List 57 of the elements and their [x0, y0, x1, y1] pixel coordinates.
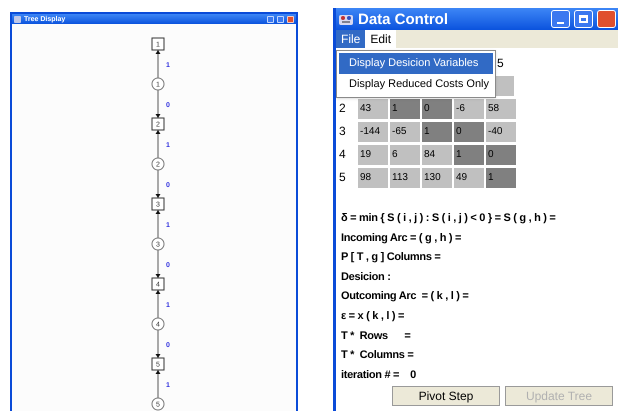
window-title: Data Control	[358, 12, 448, 26]
arrow	[156, 370, 160, 398]
table-cell: 1	[422, 122, 452, 142]
table-cell: 1	[390, 99, 420, 119]
formula-text: ε = x ( k , l ) =	[341, 308, 406, 324]
table-cell: -65	[390, 122, 420, 142]
formula-text: δ = min { S ( i , j ) : S ( i , j ) < 0 } = S ( g , h ) =	[341, 211, 557, 226]
close-button[interactable]	[597, 10, 616, 28]
maximize-button[interactable]	[574, 10, 593, 28]
table-cell: 130	[422, 168, 452, 188]
arrow	[156, 50, 160, 78]
table-cell: 58	[486, 99, 516, 119]
maximize-button[interactable]	[277, 16, 284, 22]
table-cell: 0	[454, 122, 484, 142]
minimize-button[interactable]	[267, 16, 274, 22]
table-cell: -144	[358, 122, 388, 142]
table-cell: 113	[390, 168, 420, 188]
table-cell: 6	[390, 145, 420, 165]
row-header: 3	[339, 123, 346, 140]
formula-text: T * Rows =	[341, 328, 412, 344]
row-header: 5	[339, 169, 346, 186]
formula-text: iteration # = 0	[341, 368, 417, 383]
menu-item[interactable]: Edit	[365, 30, 396, 48]
table-cell: 1	[486, 168, 516, 188]
formula-text: T * Columns =	[341, 348, 415, 364]
table-cell: 1	[454, 145, 484, 165]
arrow	[156, 170, 160, 198]
arrow	[156, 90, 160, 118]
table-cell: 19	[358, 145, 388, 165]
row-header: 2	[339, 100, 346, 117]
close-button[interactable]	[287, 16, 294, 22]
menu-item[interactable]: Display Reduced Costs Only	[339, 74, 493, 95]
table-cell: -40	[486, 122, 516, 142]
table-cell: -6	[454, 99, 484, 119]
table-cell: 98	[358, 168, 388, 188]
app-icon	[14, 16, 21, 22]
app-icon	[338, 12, 354, 26]
minimize-button[interactable]	[551, 10, 570, 28]
formula-text: P [ T , g ] Columns =	[341, 250, 442, 266]
table-cell: 0	[486, 145, 516, 165]
arrow	[156, 330, 160, 358]
formula-text: Incoming Arc = ( g , h ) =	[341, 230, 462, 246]
table-cell: 43	[358, 99, 388, 119]
arrow	[156, 250, 160, 278]
formula-text: Outcoming Arc = ( k , l ) =	[341, 289, 470, 304]
table-cell: 49	[454, 168, 484, 188]
column-header: 5	[497, 55, 504, 72]
arrow	[156, 130, 160, 158]
menu-item[interactable]: Display Desicion Variables	[339, 53, 493, 74]
table-cell: 0	[422, 99, 452, 119]
row-header: 4	[339, 146, 346, 163]
menu-item[interactable]: File	[336, 30, 366, 48]
formula-text: Desicion :	[341, 270, 392, 285]
arrow	[156, 290, 160, 318]
action-button[interactable]: Pivot Step	[392, 386, 500, 406]
arrow	[156, 210, 160, 238]
table-cell: 84	[422, 145, 452, 165]
